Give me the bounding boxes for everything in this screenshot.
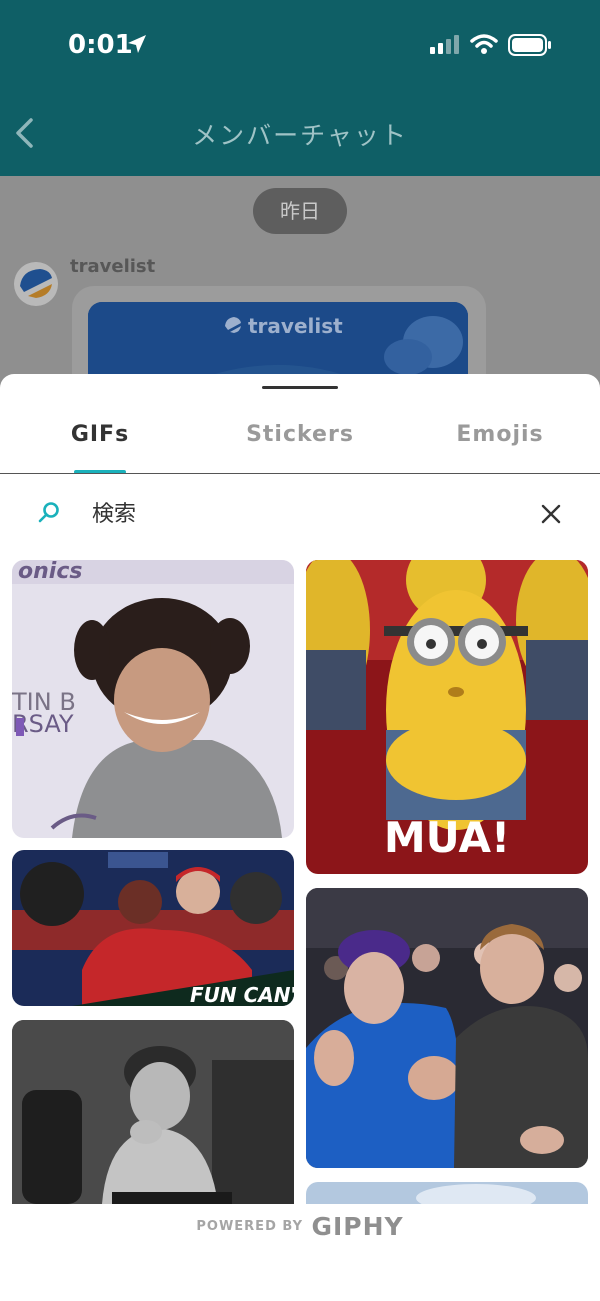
chat-title: メンバーチャット [192, 121, 408, 150]
close-icon[interactable] [540, 503, 562, 530]
battery-icon [508, 34, 552, 61]
location-arrow-icon [126, 33, 148, 60]
powered-by-label: POWERED BY [196, 1219, 303, 1234]
drag-handle[interactable] [262, 386, 338, 389]
card-logo-text: travelist [248, 314, 343, 338]
svg-text:FUN CAN'T LO: FUN CAN'T LO [190, 983, 294, 1006]
gif-caption-mua: MUA! [384, 813, 510, 862]
gif-tile[interactable]: MUA! [306, 560, 588, 874]
gif-tile[interactable]: FUN CAN'T LO [12, 850, 294, 1006]
gif-tile[interactable] [12, 1020, 294, 1204]
search-input[interactable] [92, 496, 512, 532]
travelist-logo-icon [223, 315, 243, 340]
screen: 0:01 メンバーチャット 昨日 travelist travelist GIF… [0, 0, 600, 1301]
tab-divider [0, 473, 600, 474]
gif-tile[interactable] [306, 888, 588, 1168]
sender-name: travelist [70, 256, 156, 277]
status-time: 0:01 [68, 30, 133, 60]
svg-text:onics: onics [18, 560, 82, 584]
sender-avatar [14, 262, 58, 306]
tab-stickers[interactable]: Stickers [200, 422, 400, 447]
date-separator: 昨日 [253, 188, 347, 234]
cellular-signal-icon [430, 34, 462, 59]
wifi-icon [470, 33, 498, 60]
giphy-logo: GIPHY [311, 1212, 404, 1241]
tab-emojis[interactable]: Emojis [400, 422, 600, 447]
tab-gifs[interactable]: GIFs [0, 422, 200, 447]
status-bar: 0:01 [0, 0, 600, 90]
search-icon [36, 500, 62, 531]
giphy-attribution: POWERED BY GIPHY [0, 1212, 600, 1241]
gif-tile[interactable] [306, 1182, 588, 1204]
gif-tile[interactable]: onics TIN B RSAY [12, 560, 294, 838]
